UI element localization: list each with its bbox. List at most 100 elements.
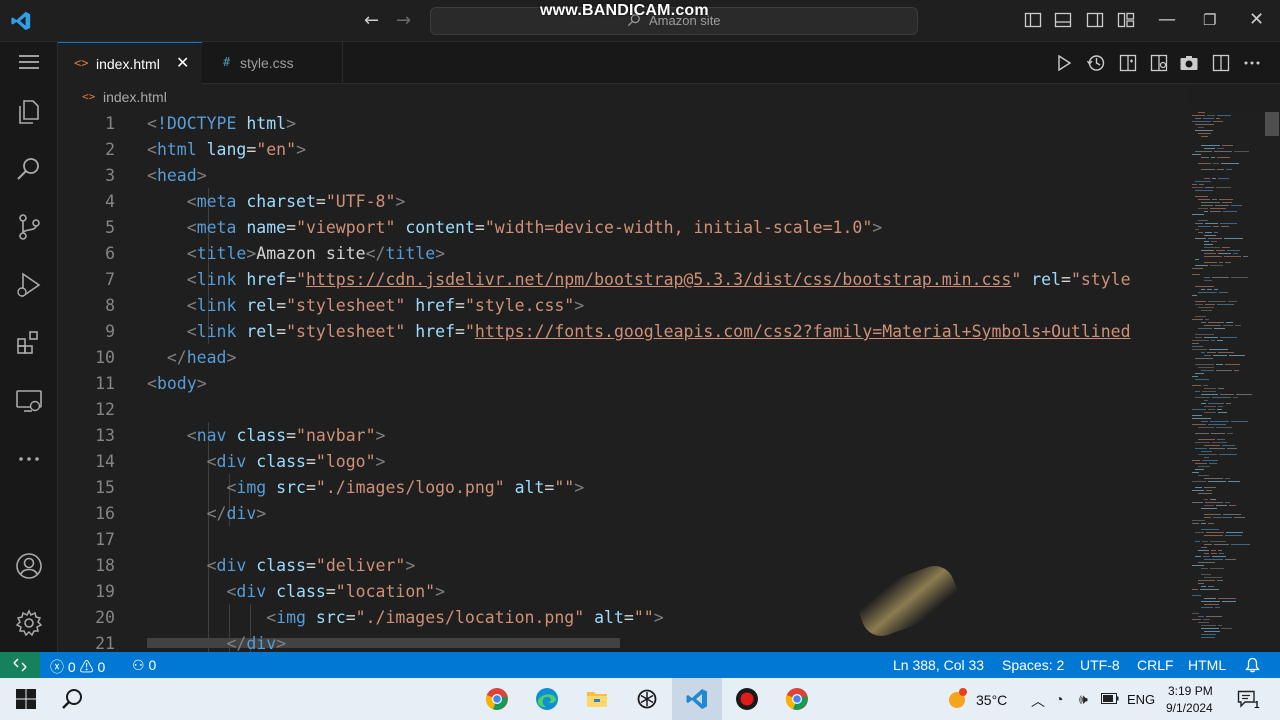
more-views-icon[interactable] <box>14 444 44 474</box>
code-line[interactable]: 13 <nav class="navbar"> <box>58 423 1188 449</box>
code-line[interactable]: 2 <html lang="en"> <box>58 137 1188 163</box>
tab-index-html[interactable]: <> index.html ✕ <box>58 42 202 84</box>
explorer-icon[interactable] <box>14 97 44 127</box>
forward-arrow-icon[interactable]: → <box>396 10 411 31</box>
vscode-taskbar-icon[interactable] <box>685 687 709 711</box>
chatgpt-icon[interactable] <box>635 687 659 711</box>
minimap-stroke <box>1205 304 1215 305</box>
split-editor-icon[interactable] <box>1211 53 1231 73</box>
chrome-icon[interactable] <box>485 687 509 711</box>
code-line[interactable]: 17 <box>58 527 1188 553</box>
menu-icon[interactable] <box>14 47 44 77</box>
restore-icon[interactable]: ❐ <box>1203 11 1216 29</box>
code-line[interactable]: 5 <meta name="viewport" content="width=d… <box>58 215 1188 241</box>
minimap-stroke <box>1195 391 1200 392</box>
code-line[interactable]: 20 <img src="./images/location.png" alt=… <box>58 605 1188 631</box>
extensions-icon[interactable] <box>14 328 44 358</box>
windows-start-icon[interactable] <box>14 687 38 711</box>
code-editor[interactable]: 1 <!DOCTYPE html> 2 <html lang="en"> 3 <head>… <box>58 110 1188 652</box>
settings-gear-icon[interactable] <box>14 608 44 638</box>
camera-icon[interactable] <box>1179 53 1199 73</box>
remote-indicator[interactable] <box>0 652 40 678</box>
network-wifi-icon[interactable]: ◔ <box>1055 691 1063 707</box>
cursor-position[interactable]: Ln 388, Col 33 <box>893 657 984 673</box>
remote-explorer-icon[interactable] <box>14 386 44 416</box>
minimap-stroke <box>1205 319 1209 320</box>
code-line[interactable]: 14 <div class="logo"> <box>58 449 1188 475</box>
minimap-stroke <box>1213 355 1227 356</box>
code-line[interactable]: 4 <meta charset="UTF-8"> <box>58 189 1188 215</box>
language-mode[interactable]: HTML <box>1188 657 1226 673</box>
code-line[interactable]: 3 <head> <box>58 163 1188 189</box>
minimap[interactable] <box>1188 110 1264 652</box>
file-explorer-icon[interactable] <box>585 687 609 711</box>
search-view-icon[interactable] <box>14 154 44 184</box>
breadcrumb[interactable]: <> index.html <box>58 84 1188 110</box>
open-changes-icon[interactable] <box>1118 53 1138 73</box>
temperature[interactable]: 35°C <box>976 692 1007 708</box>
clock-date[interactable]: 9/1/2024 <box>1166 701 1213 715</box>
chrome-icon-2[interactable] <box>785 687 809 711</box>
open-preview-icon[interactable] <box>1149 53 1169 73</box>
tab-style-css[interactable]: # style.css <box>203 42 343 84</box>
code-line[interactable]: 7 <link href="https://cdn.jsdelivr.net/n… <box>58 267 1188 293</box>
minimap-stroke <box>1208 481 1226 482</box>
problems-indicator[interactable]: ⓧ 0 ⚠ 0 <box>50 657 105 677</box>
code-line[interactable]: 12 <box>58 397 1188 423</box>
source-control-icon[interactable] <box>14 212 44 242</box>
end-of-line[interactable]: CRLF <box>1137 657 1174 673</box>
accounts-icon[interactable] <box>14 551 44 581</box>
edge-icon[interactable] <box>535 687 559 711</box>
minimap-stroke <box>1233 397 1238 398</box>
encoding[interactable]: UTF-8 <box>1080 657 1120 673</box>
minimap-stroke <box>1192 481 1206 482</box>
run-debug-icon[interactable] <box>14 270 44 300</box>
toggle-primary-sidebar-icon[interactable] <box>1024 11 1042 29</box>
clock-time[interactable]: 3:19 PM <box>1168 684 1213 698</box>
close-window-icon[interactable]: ✕ <box>1249 9 1264 30</box>
code-line[interactable]: 21 </div> <box>58 631 1188 652</box>
indentation[interactable]: Spaces: 2 <box>1002 657 1064 673</box>
code-line[interactable]: 8 <link rel="stylesheet" href="style.css… <box>58 293 1188 319</box>
toggle-secondary-sidebar-icon[interactable] <box>1086 11 1104 29</box>
ports-indicator[interactable]: ⚇ 0 <box>132 657 156 674</box>
input-language[interactable]: ENG <box>1127 692 1155 707</box>
code-line[interactable]: 9 <link rel="stylesheet" href="https://f… <box>58 319 1188 345</box>
line-number: 9 <box>105 322 115 341</box>
customize-layout-icon[interactable] <box>1117 11 1135 29</box>
bandicam-record-icon[interactable] <box>735 687 759 711</box>
battery-icon[interactable] <box>1101 693 1119 704</box>
code-token: = <box>246 140 257 159</box>
minimap-stroke <box>1192 121 1211 122</box>
code-line[interactable]: 15 <img src="./images/logo.png" alt=""> <box>58 475 1188 501</box>
timeline-history-icon[interactable] <box>1086 53 1106 73</box>
minimize-icon[interactable]: — <box>1158 9 1176 30</box>
weather-sun-icon[interactable] <box>946 687 972 711</box>
minimap-stroke <box>1212 178 1216 179</box>
breadcrumb-file[interactable]: index.html <box>103 89 167 105</box>
code-line[interactable]: 11 <body> <box>58 371 1188 397</box>
taskbar-search-icon[interactable] <box>60 687 84 711</box>
toggle-panel-icon[interactable] <box>1054 11 1072 29</box>
code-token: = <box>305 452 316 471</box>
more-actions-icon[interactable] <box>1242 53 1262 73</box>
code-line[interactable]: 10 </head> <box>58 345 1188 371</box>
minimap-stroke <box>1208 523 1214 524</box>
volume-speaker-icon[interactable]: 🕪 <box>1079 691 1088 708</box>
code-line[interactable]: 6 <title>Amazon site</title> <box>58 241 1188 267</box>
close-tab-icon[interactable]: ✕ <box>176 53 189 73</box>
code-line[interactable]: 19 <div class="location"> <box>58 579 1188 605</box>
code-line[interactable]: 18 <div class="deliver"> <box>58 553 1188 579</box>
code-token: < <box>186 322 197 341</box>
code-token: = <box>286 426 297 445</box>
vertical-scrollbar[interactable] <box>1264 110 1280 652</box>
minimap-stroke <box>1204 478 1223 479</box>
notifications-bell-icon[interactable] <box>1245 657 1260 673</box>
show-hidden-icons-chevron-icon[interactable]: ︿ <box>1031 691 1045 711</box>
scrollbar-thumb[interactable] <box>1265 112 1279 136</box>
run-icon[interactable] <box>1054 53 1074 73</box>
code-line[interactable]: 16 </div> <box>58 501 1188 527</box>
back-arrow-icon[interactable]: ← <box>364 10 379 31</box>
code-line[interactable]: 1 <!DOCTYPE html> <box>58 111 1188 137</box>
